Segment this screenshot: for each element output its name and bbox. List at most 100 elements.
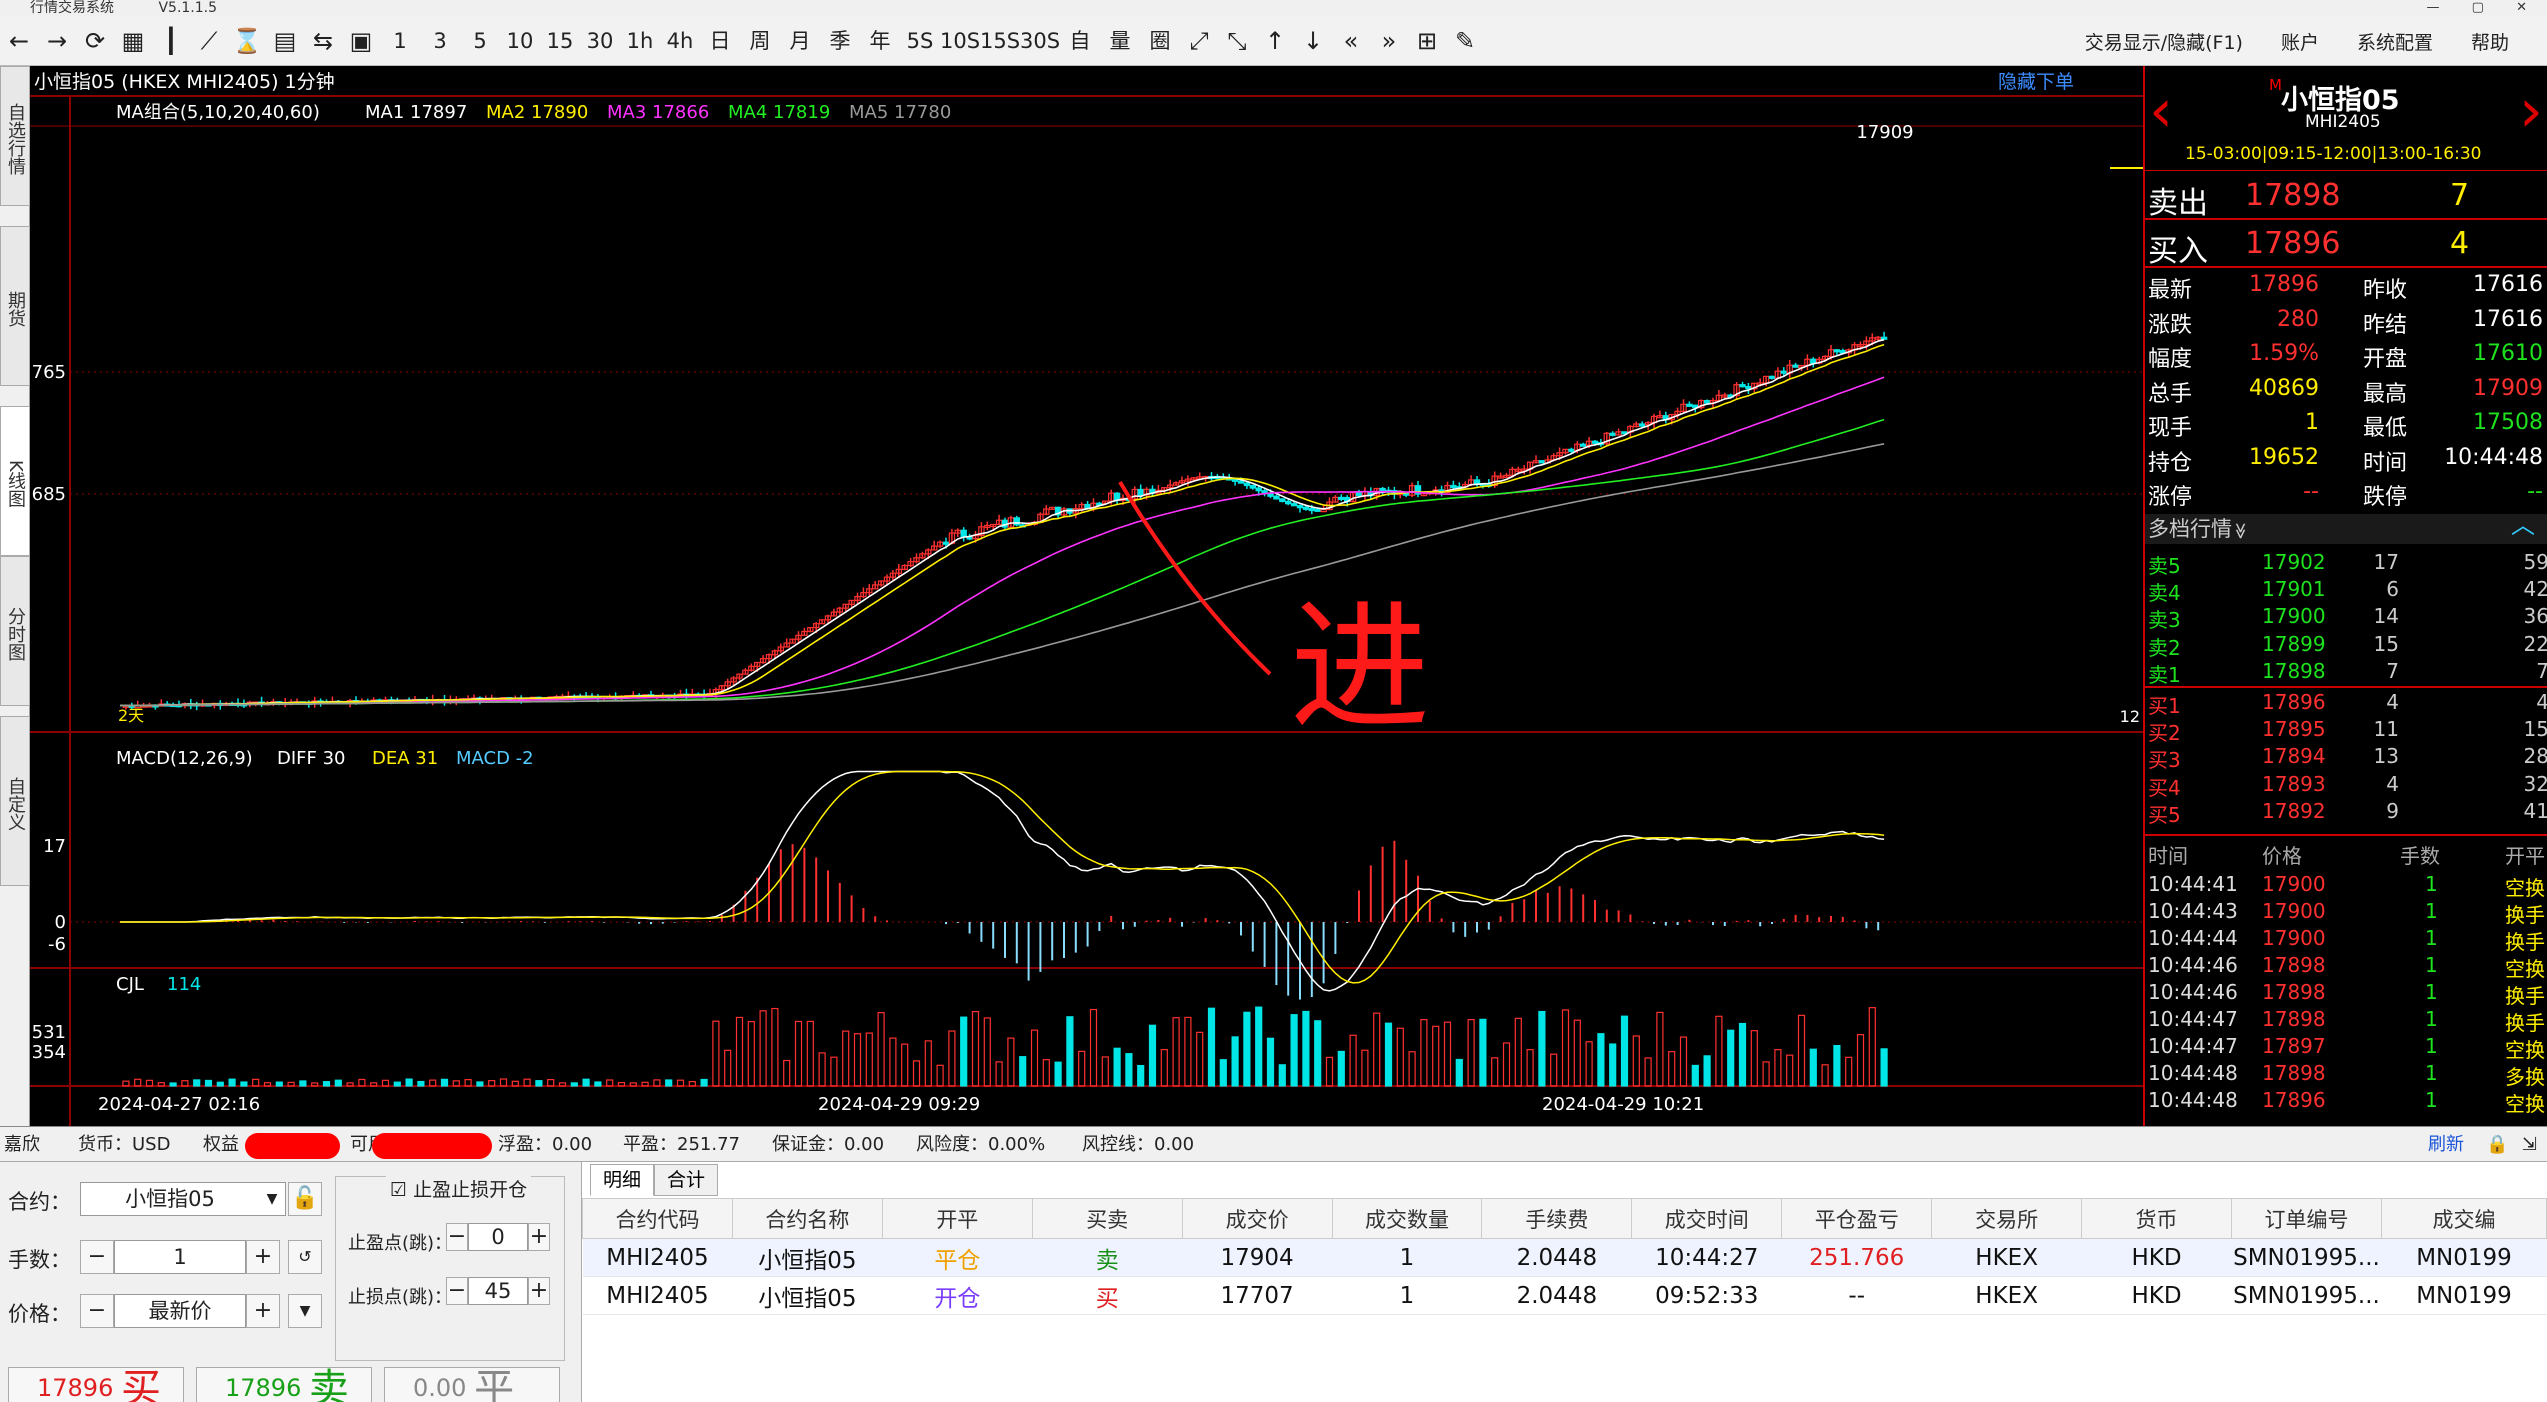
tp-plus-button[interactable]: + — [528, 1223, 550, 1251]
kline-chart[interactable]: 小恒指05 (HKEX MHI2405) 1分钟 隐藏下单 MA组合(5,10,20… — [30, 66, 2143, 1126]
period-button-1[interactable]: 3 — [420, 16, 460, 66]
price-input[interactable]: 最新价 — [114, 1294, 246, 1328]
period-button-8[interactable]: 日 — [700, 16, 740, 66]
period-button-14[interactable]: 10S — [940, 16, 980, 66]
volume-bar — [712, 1020, 720, 1087]
table-row[interactable]: MHI2405 小恒指05 开仓买 17707 1 2.0448 09:52:33 -- HKE… — [582, 1276, 2547, 1315]
trade-col-header-6[interactable]: 手续费 — [1481, 1198, 1633, 1239]
history-icon[interactable]: ⌛ — [228, 16, 266, 66]
table-row[interactable]: MHI2405 小恒指05 平仓卖 17904 1 2.0448 10:44:27 251.7… — [582, 1238, 2547, 1277]
period-button-17[interactable]: 自 — [1060, 16, 1100, 66]
period-button-11[interactable]: 季 — [820, 16, 860, 66]
sl-minus-button[interactable]: − — [446, 1277, 468, 1305]
candle-body — [1591, 440, 1599, 444]
period-button-4[interactable]: 15 — [540, 16, 580, 66]
period-button-6[interactable]: 1h — [620, 16, 660, 66]
lock-icon[interactable]: 🔒 — [2486, 1127, 2508, 1163]
period-button-19[interactable]: 圈 — [1140, 16, 1180, 66]
left-tab-0[interactable]: 自选行情 — [0, 66, 30, 206]
line-chart-icon[interactable]: ⟋ — [190, 16, 228, 66]
trade-tab-1[interactable]: 合计 — [654, 1164, 719, 1196]
trade-col-header-7[interactable]: 成交时间 — [1631, 1198, 1783, 1239]
trade-col-header-1[interactable]: 合约名称 — [731, 1198, 883, 1239]
pen-icon[interactable]: ✎ — [1446, 16, 1484, 66]
expand-icon[interactable]: ⤢ — [1180, 16, 1218, 66]
trade-col-header-12[interactable]: 成交编 — [2380, 1198, 2547, 1239]
period-button-7[interactable]: 4h — [660, 16, 700, 66]
trade-col-header-8[interactable]: 平仓盈亏 — [1781, 1198, 1933, 1239]
period-button-3[interactable]: 10 — [500, 16, 540, 66]
left-tab-3[interactable]: 分时图 — [0, 556, 30, 706]
grid-icon[interactable]: ▦ — [114, 16, 152, 66]
arrow-up-icon[interactable]: ↑ — [1256, 16, 1294, 66]
period-button-15[interactable]: 15S — [980, 16, 1020, 66]
toolbar-right-item-0[interactable]: 交易显示/隐藏(F1) — [2085, 28, 2243, 55]
buy-button[interactable]: 17896 买 — [8, 1367, 184, 1402]
next-contract-icon[interactable]: › — [2519, 76, 2543, 146]
volume-bar — [228, 1078, 236, 1087]
period-button-13[interactable]: 5S — [900, 16, 940, 66]
refresh-icon[interactable]: ⟳ — [76, 16, 114, 66]
forward-icon[interactable]: → — [38, 16, 76, 66]
period-button-18[interactable]: 量 — [1100, 16, 1140, 66]
period-button-16[interactable]: 30S — [1020, 16, 1060, 66]
candle-icon[interactable]: ┃ — [152, 16, 190, 66]
period-button-12[interactable]: 年 — [860, 16, 900, 66]
contract-select[interactable]: 小恒指05 ▼ — [80, 1182, 286, 1216]
left-tab-4[interactable]: 自定义 — [0, 716, 30, 886]
tp-sl-checkbox[interactable]: ☑ 止盈止损开仓 — [386, 1175, 532, 1202]
prev-contract-icon[interactable]: ‹ — [2149, 76, 2173, 146]
refresh-link[interactable]: 刷新 — [2428, 1127, 2464, 1163]
collapse-chevron-icon[interactable]: ︿ — [2511, 510, 2535, 540]
double-left-icon[interactable]: « — [1332, 16, 1370, 66]
price-minus-button[interactable]: − — [80, 1294, 114, 1328]
save-icon[interactable]: ▣ — [342, 16, 380, 66]
arrow-down-icon[interactable]: ↓ — [1294, 16, 1332, 66]
price-plus-button[interactable]: + — [246, 1294, 280, 1328]
left-tab-2[interactable]: K线图 — [0, 406, 30, 556]
price-dropdown-icon[interactable]: ▼ — [288, 1294, 322, 1328]
tp-minus-button[interactable]: − — [446, 1223, 468, 1251]
qty-input[interactable]: 1 — [114, 1240, 246, 1274]
qty-reset-icon[interactable]: ↺ — [288, 1240, 322, 1274]
tick-price: 17900 — [2262, 899, 2326, 923]
shrink-icon[interactable]: ⤡ — [1218, 16, 1256, 66]
close-position-button[interactable]: 0.00 平 — [384, 1367, 560, 1402]
trade-col-header-10[interactable]: 货币 — [2081, 1198, 2232, 1239]
toolbar-right-item-1[interactable]: 账户 — [2281, 28, 2319, 55]
trade-col-header-0[interactable]: 合约代码 — [582, 1198, 733, 1239]
tp-input[interactable]: 0 — [468, 1223, 528, 1251]
sl-plus-button[interactable]: + — [528, 1277, 550, 1305]
period-button-2[interactable]: 5 — [460, 16, 500, 66]
trade-col-header-2[interactable]: 开平 — [881, 1198, 1033, 1239]
sell-button[interactable]: 17896 卖 — [196, 1367, 372, 1402]
toolbar-right-item-3[interactable]: 帮助 — [2471, 28, 2509, 55]
depth-header[interactable]: 多档行情 ≫ ︿ — [2145, 511, 2547, 544]
trade-tab-0[interactable]: 明细 — [590, 1164, 655, 1196]
window-controls[interactable]: — ▢ ✕ — [2427, 0, 2541, 16]
trade-col-header-4[interactable]: 成交价 — [1181, 1198, 1333, 1239]
sl-input[interactable]: 45 — [468, 1277, 528, 1305]
trade-col-header-3[interactable]: 买卖 — [1031, 1198, 1183, 1239]
layout-icon[interactable]: ▤ — [266, 16, 304, 66]
trade-cell: 平仓 — [882, 1238, 1033, 1277]
chart-canvas[interactable]: 小恒指05 (HKEX MHI2405) 1分钟 隐藏下单 MA组合(5,10,20… — [30, 66, 2143, 1126]
trade-col-header-11[interactable]: 订单编号 — [2230, 1198, 2382, 1239]
double-right-icon[interactable]: » — [1370, 16, 1408, 66]
qty-plus-button[interactable]: + — [246, 1240, 280, 1274]
back-icon[interactable]: ← — [0, 16, 38, 66]
period-button-0[interactable]: 1 — [380, 16, 420, 66]
qty-minus-button[interactable]: − — [80, 1240, 114, 1274]
period-button-9[interactable]: 周 — [740, 16, 780, 66]
expand-icon[interactable]: ⇲ — [2522, 1127, 2537, 1163]
toolbar-right-item-2[interactable]: 系统配置 — [2357, 28, 2433, 55]
period-button-5[interactable]: 30 — [580, 16, 620, 66]
trade-col-header-9[interactable]: 交易所 — [1931, 1198, 2083, 1239]
macd-axis-1: 0 — [55, 912, 66, 933]
period-button-10[interactable]: 月 — [780, 16, 820, 66]
window-icon[interactable]: ⊞ — [1408, 16, 1446, 66]
left-tab-1[interactable]: 期货 — [0, 226, 30, 386]
trade-col-header-5[interactable]: 成交数量 — [1331, 1198, 1483, 1239]
lock-contract-icon[interactable]: 🔓 — [288, 1182, 322, 1216]
sync-icon[interactable]: ⇆ — [304, 16, 342, 66]
